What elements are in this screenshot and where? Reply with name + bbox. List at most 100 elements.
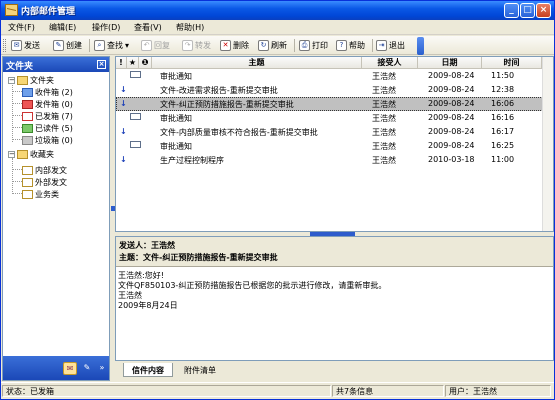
table-row[interactable]: ↓ 文件-内部质量审核不符合报告-重新提交审批 王浩然 2009-08-24 16:17 — [116, 125, 553, 139]
table-row[interactable]: 审批通知 王浩然 2009-08-24 16:16 — [116, 111, 553, 125]
tree-item-external[interactable]: 外部发文 — [22, 177, 67, 188]
tree-root-folders[interactable]: − 文件夹 — [8, 75, 54, 86]
find-dropdown-icon[interactable]: ▾ — [125, 41, 129, 50]
forward-button[interactable]: ↷ 转发 — [182, 38, 211, 53]
toolbar-grip[interactable] — [3, 39, 6, 52]
cell-subject: 审批通知 — [160, 142, 192, 151]
table-row[interactable]: ↓ 文件-改进需求报告-重新提交审批 王浩然 2009-08-24 12:38 — [116, 83, 553, 97]
send-button[interactable]: ✉ 发送 — [11, 38, 40, 53]
cell-time: 11:00 — [491, 155, 515, 164]
envelope-icon — [130, 113, 141, 122]
cell-subject: 审批通知 — [160, 72, 192, 81]
menu-view[interactable]: 查看(V) — [134, 22, 162, 33]
folder-icon — [22, 190, 33, 199]
delete-button[interactable]: ✕ 删除 — [220, 38, 249, 53]
collapse-icon[interactable]: − — [8, 151, 15, 158]
title-bar[interactable]: 内部邮件管理 _ □ × — [1, 1, 554, 20]
arrow-down-icon: ↓ — [120, 127, 127, 136]
table-row[interactable]: ↓ 生产过程控制程序 王浩然 2010-03-18 11:00 — [116, 153, 553, 167]
toolbar-overflow-button[interactable] — [417, 37, 424, 55]
cell-subject: 审批通知 — [160, 114, 192, 123]
cell-date: 2009-08-24 — [428, 141, 475, 150]
cell-subject: 生产过程控制程序 — [160, 156, 224, 165]
print-button[interactable]: ⎙ 打印 — [299, 38, 328, 53]
preview-signature: 王浩然 — [118, 291, 142, 300]
cell-subject: 文件-改进需求报告-重新提交审批 — [160, 86, 278, 95]
cell-date: 2009-08-24 — [428, 99, 475, 108]
cell-date: 2009-08-24 — [428, 85, 475, 94]
tree-item-read[interactable]: 已读件 (5) — [22, 123, 73, 134]
notes-view-button[interactable]: ✎ — [80, 362, 94, 375]
reply-button[interactable]: ↶ 回复 — [141, 38, 170, 53]
col-star[interactable]: ★ — [127, 57, 139, 69]
minimize-button[interactable]: _ — [504, 3, 519, 18]
cell-date: 2010-03-18 — [428, 155, 475, 164]
refresh-button[interactable]: ↻ 刷新 — [258, 38, 287, 53]
tree-item-sent[interactable]: 已发箱 (7) — [22, 111, 73, 122]
menu-edit[interactable]: 编辑(E) — [49, 22, 76, 33]
tree-item-inbox[interactable]: 收件箱 (2) — [22, 87, 73, 98]
cell-time: 16:16 — [491, 113, 515, 122]
cell-time: 16:25 — [491, 141, 515, 150]
create-icon: ✎ — [53, 40, 64, 51]
table-row[interactable]: 审批通知 王浩然 2009-08-24 11:50 — [116, 69, 553, 83]
tree-item-business[interactable]: 业务类 — [22, 189, 59, 200]
table-row[interactable]: 审批通知 王浩然 2009-08-24 16:25 — [116, 139, 553, 153]
mail-view-button[interactable]: ✉ — [63, 362, 77, 375]
help-button[interactable]: ? 帮助 — [336, 38, 365, 53]
find-button[interactable]: ⌕ 查找 ▾ — [94, 38, 129, 53]
preview-sender: 发送人：王浩然 — [119, 241, 175, 250]
preview-greeting: 王浩然:您好! — [118, 271, 164, 280]
tree-root-favorites[interactable]: − 收藏夹 — [8, 149, 54, 160]
cell-date: 2009-08-24 — [428, 71, 475, 80]
maximize-button[interactable]: □ — [520, 3, 535, 18]
cell-recipient: 王浩然 — [372, 156, 396, 165]
main-window: 内部邮件管理 _ □ × 文件(F) 编辑(E) 操作(D) 查看(V) 帮助(… — [0, 0, 555, 400]
tree-item-internal[interactable]: 内部发文 — [22, 165, 67, 176]
col-date[interactable]: 日期 — [418, 57, 482, 69]
folder-pane: 文件夹 × − 文件夹 收件箱 (2) 发件箱 (0) 已发箱 (7) 已读件 (… — [2, 56, 110, 381]
envelope-icon — [130, 71, 141, 80]
menu-help[interactable]: 帮助(H) — [176, 22, 204, 33]
menu-action[interactable]: 操作(D) — [92, 22, 120, 33]
col-priority[interactable]: ! — [116, 57, 127, 69]
toolbar-separator — [89, 39, 90, 52]
collapse-icon[interactable]: − — [8, 77, 15, 84]
status-count: 共7条信息 — [332, 385, 444, 397]
preview-subject: 主题：文件-纠正预防措施报告-重新提交审批 — [119, 253, 278, 262]
cell-time: 16:06 — [491, 99, 515, 108]
folder-icon — [17, 76, 28, 85]
tree-item-outbox[interactable]: 发件箱 (0) — [22, 99, 73, 110]
status-user: 用户：王浩然 — [445, 385, 551, 397]
col-time[interactable]: 时间 — [482, 57, 542, 69]
exit-button[interactable]: ⇥ 退出 — [376, 38, 405, 53]
arrow-down-icon: ↓ — [120, 155, 127, 164]
read-icon — [22, 124, 33, 133]
menu-file[interactable]: 文件(F) — [8, 22, 35, 33]
cell-time: 16:17 — [491, 127, 515, 136]
menu-bar: 文件(F) 编辑(E) 操作(D) 查看(V) 帮助(H) — [1, 20, 554, 35]
refresh-icon: ↻ — [258, 40, 269, 51]
folder-pane-title: 文件夹 — [6, 62, 34, 72]
cell-time: 11:50 — [491, 71, 515, 80]
preview-body[interactable]: 王浩然:您好! 文件QF850103-纠正预防措施报告已根据您的批示进行修改，请… — [116, 267, 553, 315]
preview-pane: 发送人：王浩然 主题：文件-纠正预防措施报告-重新提交审批 王浩然:您好! 文件… — [115, 236, 554, 361]
col-subject[interactable]: 主题 — [152, 57, 362, 69]
tab-attachments[interactable]: 附件清单 — [175, 363, 225, 377]
tab-letter-content[interactable]: 信件内容 — [123, 363, 173, 377]
close-button[interactable]: × — [536, 3, 551, 18]
create-button[interactable]: ✎ 创建 — [53, 38, 82, 53]
expand-icon[interactable]: » — [95, 362, 109, 375]
table-row[interactable]: ↓ 文件-纠正预防措施报告-重新提交审批 王浩然 2009-08-24 16:06 — [116, 97, 553, 111]
close-pane-icon[interactable]: × — [97, 60, 106, 69]
cell-date: 2009-08-24 — [428, 127, 475, 136]
help-icon: ? — [336, 40, 347, 51]
status-folder: 状态：已发箱 — [2, 385, 331, 397]
tree-item-trash[interactable]: 垃圾箱 (0) — [22, 135, 73, 146]
message-list-header: ! ★ ❶ 主题 接受人 日期 时间 — [116, 57, 553, 69]
favorites-folder-icon — [17, 150, 28, 159]
col-recipient[interactable]: 接受人 — [362, 57, 418, 69]
list-scrollbar[interactable] — [542, 57, 553, 231]
folder-pane-header: 文件夹 × — [3, 57, 109, 72]
col-attachment[interactable]: ❶ — [139, 57, 152, 69]
